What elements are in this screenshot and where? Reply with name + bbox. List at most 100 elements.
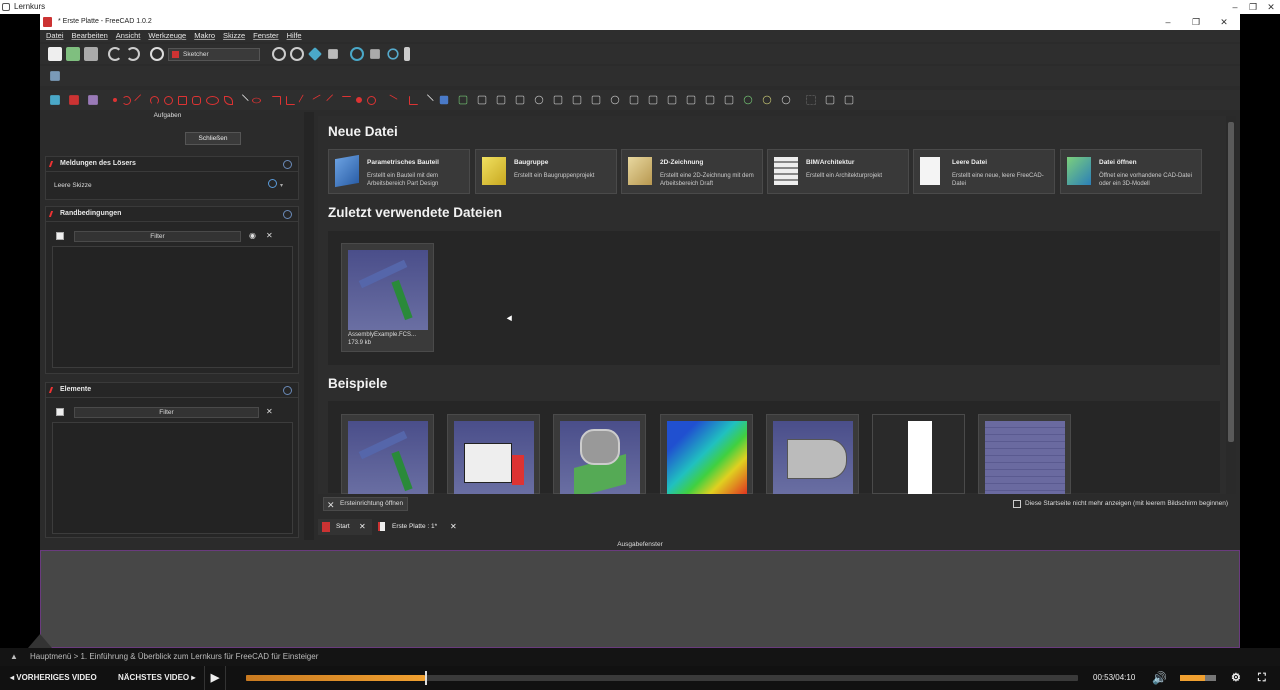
view-iso-icon[interactable] bbox=[308, 47, 322, 61]
collapse-icon[interactable] bbox=[283, 210, 292, 219]
elements-filter[interactable]: Filter bbox=[74, 407, 259, 418]
constrain-block-icon[interactable] bbox=[367, 95, 376, 105]
symmetry-icon[interactable] bbox=[553, 95, 563, 105]
toggle-driving-icon[interactable] bbox=[439, 95, 449, 105]
constraints-panel-header[interactable]: Randbedingungen bbox=[45, 206, 299, 222]
scale-icon[interactable] bbox=[686, 95, 696, 105]
bspline-icon[interactable] bbox=[224, 95, 233, 105]
example-bracket[interactable] bbox=[766, 414, 859, 495]
join-curves-icon[interactable] bbox=[705, 95, 715, 105]
constrain-equal-icon[interactable] bbox=[342, 95, 351, 105]
app-restore-icon[interactable]: ❐ bbox=[1188, 15, 1204, 29]
undo-icon[interactable] bbox=[108, 47, 122, 61]
dimension-icon[interactable] bbox=[409, 95, 418, 105]
rectangular-array-icon[interactable] bbox=[629, 95, 639, 105]
slot-icon[interactable] bbox=[206, 95, 219, 105]
external-geometry-icon[interactable] bbox=[252, 97, 261, 103]
settings-icon[interactable]: ✕ bbox=[266, 407, 273, 416]
show-curvature-icon[interactable] bbox=[762, 95, 772, 105]
close-icon[interactable]: ✕ bbox=[1262, 0, 1280, 14]
grid-icon[interactable] bbox=[806, 95, 816, 105]
card-assembly[interactable]: Baugruppe Erstellt ein Baugruppenprojekt bbox=[475, 149, 617, 194]
draw-style-icon[interactable] bbox=[350, 47, 364, 61]
zoom-selection-icon[interactable] bbox=[290, 47, 304, 61]
volume-slider[interactable] bbox=[1180, 675, 1216, 681]
example-spreadsheet[interactable] bbox=[978, 414, 1071, 495]
offset-icon[interactable] bbox=[648, 95, 658, 105]
minimize-icon[interactable]: – bbox=[1226, 0, 1244, 14]
menu-datei[interactable]: Datei bbox=[46, 30, 64, 42]
fillet-icon[interactable] bbox=[477, 95, 487, 105]
example-drawing[interactable] bbox=[872, 414, 965, 495]
app-close-icon[interactable]: ✕ bbox=[1216, 15, 1232, 29]
card-part-design[interactable]: Parametrisches Bauteil Erstellt ein Baut… bbox=[328, 149, 470, 194]
card-open-file[interactable]: Datei öffnen Öffnet eine vorhandene CAD-… bbox=[1060, 149, 1202, 194]
clone-icon[interactable] bbox=[572, 95, 582, 105]
point-icon[interactable] bbox=[113, 98, 117, 102]
circle-icon[interactable] bbox=[164, 95, 173, 105]
menu-ansicht[interactable]: Ansicht bbox=[116, 30, 141, 42]
polygon-icon[interactable] bbox=[192, 95, 201, 105]
menu-fenster[interactable]: Fenster bbox=[253, 30, 278, 42]
construction-icon[interactable] bbox=[236, 93, 249, 107]
card-draft[interactable]: 2D-Zeichnung Erstellt eine 2D-Zeichnung … bbox=[621, 149, 763, 194]
menu-skizze[interactable]: Skizze bbox=[223, 30, 245, 42]
view-select-icon[interactable] bbox=[328, 49, 338, 59]
trim-icon[interactable] bbox=[496, 95, 506, 105]
constrain-tangent-icon[interactable] bbox=[326, 93, 339, 107]
settings-icon[interactable]: ✕ bbox=[266, 231, 273, 240]
constrain-parallel-icon[interactable] bbox=[298, 93, 311, 107]
elements-checkbox[interactable] bbox=[56, 408, 64, 416]
whats-this-icon[interactable] bbox=[404, 47, 410, 61]
zoom-fit-icon[interactable] bbox=[272, 47, 286, 61]
workbench-selector[interactable]: Sketcher bbox=[168, 47, 260, 61]
constraints-checkbox[interactable] bbox=[56, 232, 64, 240]
menu-werkzeuge[interactable]: Werkzeuge bbox=[148, 30, 186, 42]
elements-panel-header[interactable]: Elemente bbox=[45, 382, 299, 398]
output-window[interactable] bbox=[40, 550, 1240, 648]
redo-icon[interactable] bbox=[126, 47, 140, 61]
solver-panel-header[interactable]: Meldungen des Lösers bbox=[45, 156, 299, 172]
line-icon[interactable] bbox=[134, 93, 147, 107]
eye-icon[interactable]: ◉ bbox=[249, 231, 256, 240]
dimension-radius-icon[interactable] bbox=[421, 93, 434, 107]
menu-hilfe[interactable]: Hilfe bbox=[287, 30, 302, 42]
open-icon[interactable] bbox=[66, 47, 80, 61]
split-icon[interactable] bbox=[534, 95, 544, 105]
menu-bearbeiten[interactable]: Bearbeiten bbox=[72, 30, 108, 42]
fullscreen-icon[interactable]: ⛶ bbox=[1258, 666, 1266, 690]
tab-close-icon[interactable]: ✕ bbox=[450, 519, 457, 535]
tab-close-icon[interactable]: ✕ bbox=[359, 519, 366, 535]
dont-show-checkbox[interactable] bbox=[1013, 500, 1021, 508]
measure-icon[interactable] bbox=[387, 48, 399, 60]
volume-icon[interactable]: 🔊 bbox=[1152, 666, 1167, 690]
constraints-filter[interactable]: Filter bbox=[74, 231, 241, 242]
rotate-icon[interactable] bbox=[667, 95, 677, 105]
play-icon[interactable]: ▶ bbox=[204, 666, 226, 690]
collapse-icon[interactable] bbox=[283, 160, 292, 169]
menu-makro[interactable]: Makro bbox=[194, 30, 215, 42]
extend-icon[interactable] bbox=[515, 95, 525, 105]
toggle-active-icon[interactable] bbox=[458, 95, 468, 105]
show-control-polygon-icon[interactable] bbox=[743, 95, 753, 105]
snap-icon[interactable] bbox=[825, 95, 835, 105]
recent-file-item[interactable]: AssemblyExample.FCS... 173.9 kb bbox=[341, 243, 434, 352]
dropdown-icon[interactable]: ▾ bbox=[280, 182, 283, 189]
panel-scrollbar[interactable] bbox=[304, 112, 314, 540]
new-icon[interactable] bbox=[48, 47, 62, 61]
example-excavator[interactable] bbox=[341, 414, 434, 495]
app-minimize-icon[interactable]: – bbox=[1160, 15, 1176, 29]
constrain-perpendicular-icon[interactable] bbox=[312, 93, 325, 107]
convert-bspline-icon[interactable] bbox=[724, 95, 734, 105]
tab-erste-platte[interactable]: Erste Platte : 1* ✕ bbox=[374, 519, 464, 535]
close-task-button[interactable]: Schließen bbox=[185, 132, 241, 145]
show-knot-icon[interactable] bbox=[781, 95, 791, 105]
arc-tool-icon[interactable] bbox=[150, 95, 159, 105]
constrain-vertical-icon[interactable] bbox=[286, 95, 295, 105]
next-video-button[interactable]: NÄCHSTES VIDEO ▸ bbox=[118, 666, 195, 690]
card-empty-file[interactable]: Leere Datei Erstellt eine neue, leere Fr… bbox=[913, 149, 1055, 194]
card-bim[interactable]: BIM/Architektur Erstellt ein Architektur… bbox=[767, 149, 909, 194]
rectangle-icon[interactable] bbox=[178, 95, 187, 105]
example-part[interactable] bbox=[553, 414, 646, 498]
save-icon[interactable] bbox=[84, 47, 98, 61]
